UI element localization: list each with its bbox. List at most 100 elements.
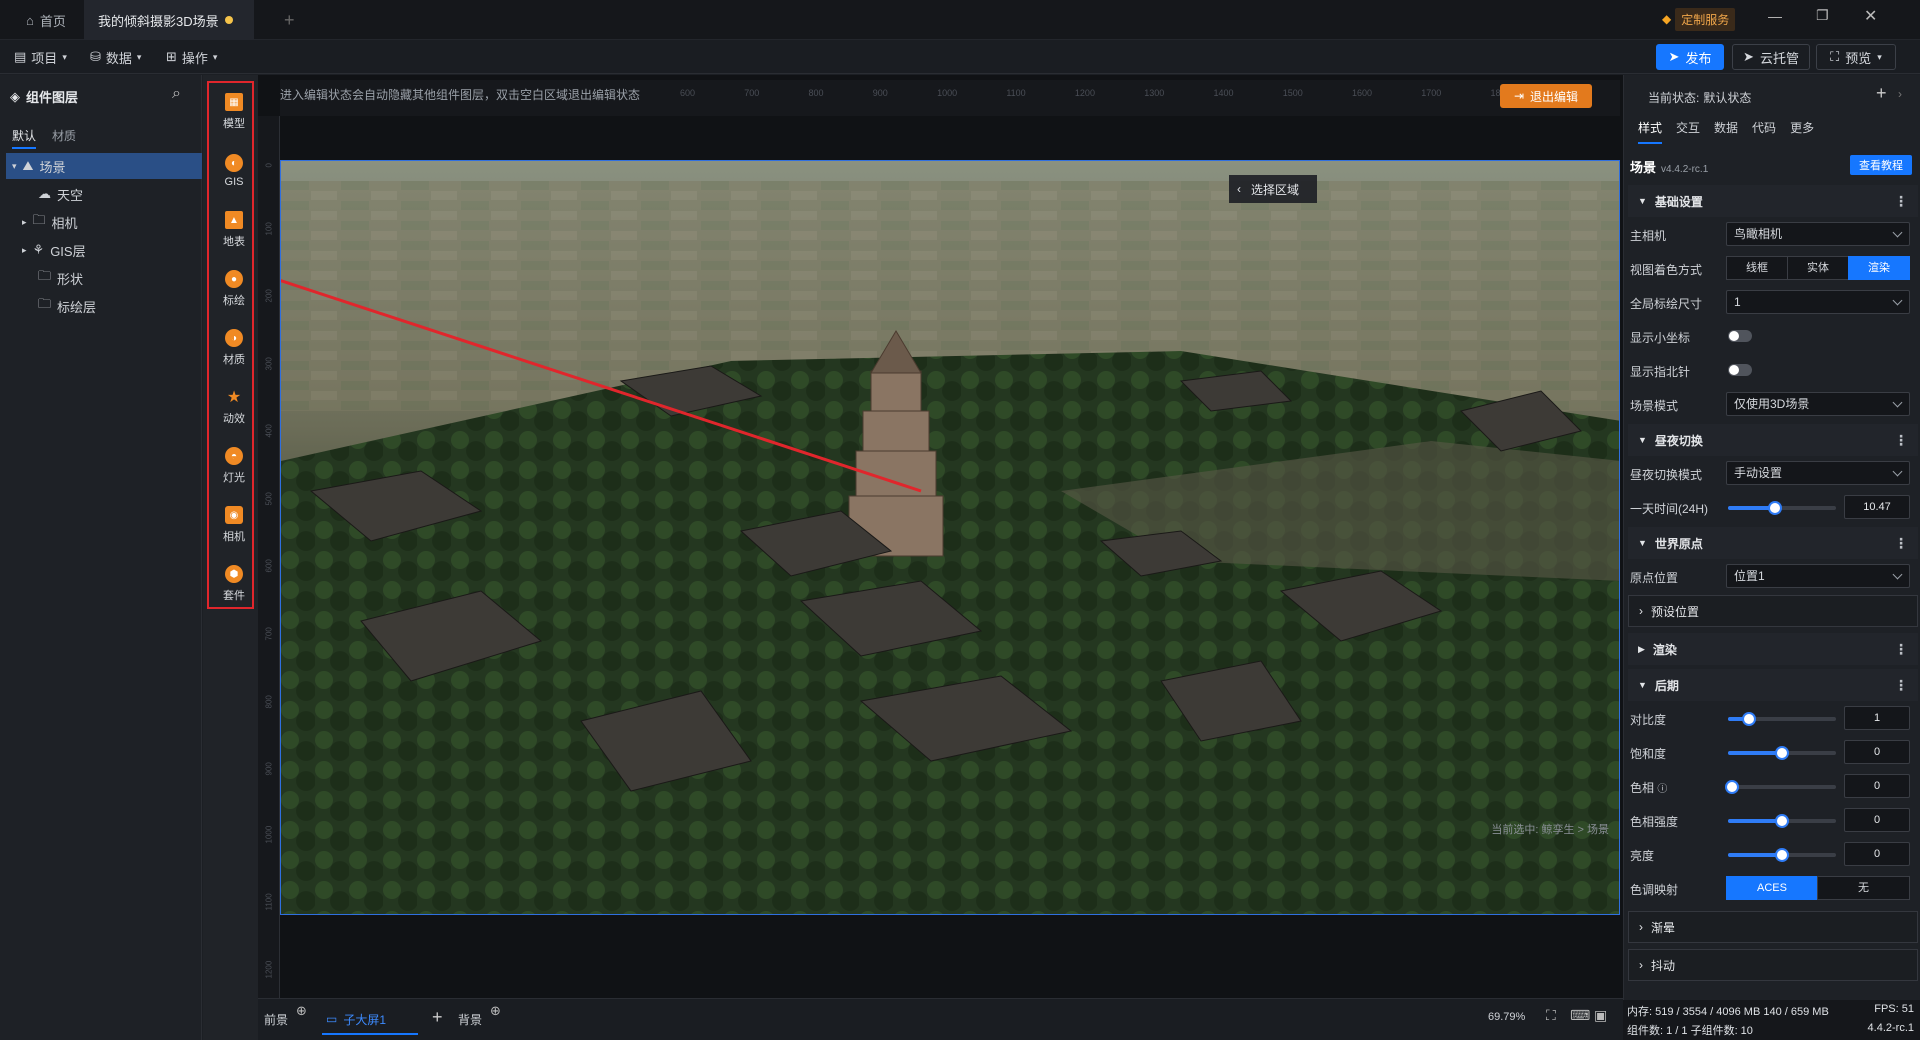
add-state-button[interactable]: + xyxy=(1876,83,1887,104)
hue-strength-input[interactable]: 0 xyxy=(1844,808,1910,832)
tree-item-scene[interactable]: ▾ ⛰ 场景 xyxy=(6,153,202,179)
tree-item-shape[interactable]: 🗀 形状 xyxy=(6,265,202,291)
contrast-slider-knob[interactable] xyxy=(1742,712,1756,726)
more-icon[interactable]: ⋮ xyxy=(1894,431,1908,449)
tab-foreground[interactable]: 前景 xyxy=(264,1011,288,1028)
more-icon[interactable]: ⋮ xyxy=(1894,640,1908,658)
tree-item-camera[interactable]: ▸ 🗀 相机 xyxy=(6,209,202,235)
keyboard-icon[interactable]: ⌨ xyxy=(1570,1007,1590,1024)
tool-model[interactable]: ▦ 模型 xyxy=(214,85,254,139)
section-post[interactable]: ▼ 后期 ⋮ xyxy=(1628,669,1918,701)
time-slider[interactable] xyxy=(1728,501,1836,515)
publish-button[interactable]: ➤ 发布 xyxy=(1656,44,1724,70)
console-icon[interactable]: ▣ xyxy=(1594,1007,1607,1024)
tool-plot[interactable]: ● 标绘 xyxy=(214,262,254,316)
menu-data[interactable]: ⛁ 数据 ▾ xyxy=(90,46,141,68)
exit-edit-button[interactable]: ⇥ 退出编辑 xyxy=(1500,84,1592,108)
preview-button[interactable]: ⛶ 预览 ▾ xyxy=(1816,44,1896,70)
restore-icon[interactable]: ❐ xyxy=(1816,7,1829,24)
tab-screen[interactable]: ▭ 子大屏1 xyxy=(322,1005,418,1035)
contrast-slider[interactable] xyxy=(1728,712,1836,726)
menu-project[interactable]: ▤ 项目 ▾ xyxy=(14,46,67,68)
tutorial-button[interactable]: 查看教程 xyxy=(1850,155,1912,175)
show-compass-toggle[interactable] xyxy=(1728,364,1752,376)
add-background-icon[interactable]: ⊕ xyxy=(490,1003,501,1019)
tab-style[interactable]: 样式 xyxy=(1638,119,1663,144)
hue-strength-slider[interactable] xyxy=(1728,814,1836,828)
tool-terrain[interactable]: ▲ 地表 xyxy=(214,203,254,257)
tree-item-sky[interactable]: ☁ 天空 xyxy=(6,181,202,207)
tab-interaction[interactable]: 交互 xyxy=(1676,119,1700,144)
tool-material[interactable]: ◑ 材质 xyxy=(214,321,254,375)
scene-mode-select[interactable]: 仅使用3D场景 xyxy=(1726,392,1910,416)
zoom-level[interactable]: 69.79% xyxy=(1488,1011,1525,1023)
time-slider-knob[interactable] xyxy=(1768,501,1783,515)
3d-scene-viewport[interactable]: ‹ 选择区域 当前选中: 鲸孪生 > 场景 xyxy=(280,160,1620,915)
hue-slider[interactable] xyxy=(1725,780,1836,794)
section-render[interactable]: ▶ 渲染 ⋮ xyxy=(1628,633,1918,665)
brightness-slider-knob[interactable] xyxy=(1775,848,1789,862)
show-axis-toggle[interactable] xyxy=(1728,330,1752,342)
fit-screen-icon[interactable]: ⛶ xyxy=(1546,1007,1556,1024)
section-daynight[interactable]: ▼ 昼夜切换 ⋮ xyxy=(1628,424,1918,456)
saturation-slider[interactable] xyxy=(1728,746,1836,760)
section-vignette[interactable]: › 渐晕 xyxy=(1628,911,1918,943)
select-area-button[interactable]: ‹ 选择区域 xyxy=(1229,175,1317,203)
shading-label: 视图着色方式 xyxy=(1630,263,1703,277)
brightness-input[interactable]: 0 xyxy=(1844,842,1910,866)
tree-item-plot[interactable]: 🗀 标绘层 xyxy=(6,293,202,319)
section-origin[interactable]: ▼ 世界原点 ⋮ xyxy=(1628,527,1918,559)
add-screen-button[interactable]: + xyxy=(432,1007,443,1028)
shading-wireframe[interactable]: 线框 xyxy=(1726,256,1788,280)
tree-item-gis[interactable]: ▸ ⚘ GIS层 xyxy=(6,237,202,263)
tool-effect[interactable]: ★ 动效 xyxy=(214,380,254,434)
shading-render[interactable]: 渲染 xyxy=(1848,256,1910,280)
cloud-host-button[interactable]: ➤ 云托管 xyxy=(1732,44,1810,70)
more-icon[interactable]: ⋮ xyxy=(1894,534,1908,552)
tool-gis[interactable]: ◐ GIS xyxy=(214,144,254,198)
tonemap-none[interactable]: 无 xyxy=(1817,876,1910,900)
tonemap-aces[interactable]: ACES xyxy=(1726,876,1818,900)
tab-code[interactable]: 代码 xyxy=(1752,119,1776,144)
custom-service-button[interactable]: ◆ 定制服务 xyxy=(1662,7,1736,31)
send-icon: ➤ xyxy=(1668,49,1680,64)
shading-solid[interactable]: 实体 xyxy=(1787,256,1849,280)
hue-strength-slider-knob[interactable] xyxy=(1775,814,1789,828)
close-icon[interactable]: ✕ xyxy=(1864,6,1877,26)
tool-camera[interactable]: ◉ 相机 xyxy=(214,498,254,552)
section-preset[interactable]: › 预设位置 xyxy=(1628,595,1918,627)
tab-background[interactable]: 背景 xyxy=(458,1011,482,1028)
tab-more[interactable]: 更多 xyxy=(1790,119,1814,144)
minimize-icon[interactable]: — xyxy=(1768,8,1782,24)
menu-operate[interactable]: ⊞ 操作 ▾ xyxy=(166,46,217,68)
tab-default[interactable]: 默认 xyxy=(12,127,37,149)
saturation-slider-knob[interactable] xyxy=(1775,746,1789,760)
origin-select[interactable]: 位置1 xyxy=(1726,564,1910,588)
marker-size-input[interactable]: 1 xyxy=(1726,290,1910,314)
tab-document[interactable]: 我的倾斜摄影3D场景 xyxy=(84,0,254,40)
tab-document-label: 我的倾斜摄影3D场景 xyxy=(98,13,219,29)
add-foreground-icon[interactable]: ⊕ xyxy=(296,1003,307,1019)
brightness-slider[interactable] xyxy=(1728,848,1836,862)
hue-input[interactable]: 0 xyxy=(1844,774,1910,798)
more-icon[interactable]: ⋮ xyxy=(1894,676,1908,694)
saturation-input[interactable]: 0 xyxy=(1844,740,1910,764)
section-basic[interactable]: ▼ 基础设置 ⋮ xyxy=(1628,185,1918,217)
search-icon[interactable]: ⌕ xyxy=(172,85,181,103)
new-tab-button[interactable]: + xyxy=(270,0,309,40)
tab-data[interactable]: 数据 xyxy=(1714,119,1738,144)
tool-light[interactable]: ◓ 灯光 xyxy=(214,439,254,493)
section-shake[interactable]: › 抖动 xyxy=(1628,949,1918,981)
tab-material[interactable]: 材质 xyxy=(52,127,76,144)
more-icon[interactable]: ⋮ xyxy=(1894,192,1908,210)
tool-kit[interactable]: ⬢ 套件 xyxy=(214,557,254,611)
chevron-right-icon[interactable]: › xyxy=(1898,87,1902,101)
tab-home[interactable]: ⌂ 首页 xyxy=(12,0,80,40)
daynight-mode-select[interactable]: 手动设置 xyxy=(1726,461,1910,485)
ruler-tick: 600 xyxy=(680,88,696,98)
time-input[interactable]: 10.47 xyxy=(1844,495,1910,519)
main-camera-select[interactable]: 鸟瞰相机 xyxy=(1726,222,1910,246)
contrast-input[interactable]: 1 xyxy=(1844,706,1910,730)
hue-slider-knob[interactable] xyxy=(1725,780,1739,794)
help-icon[interactable]: ⓘ xyxy=(1657,784,1667,795)
